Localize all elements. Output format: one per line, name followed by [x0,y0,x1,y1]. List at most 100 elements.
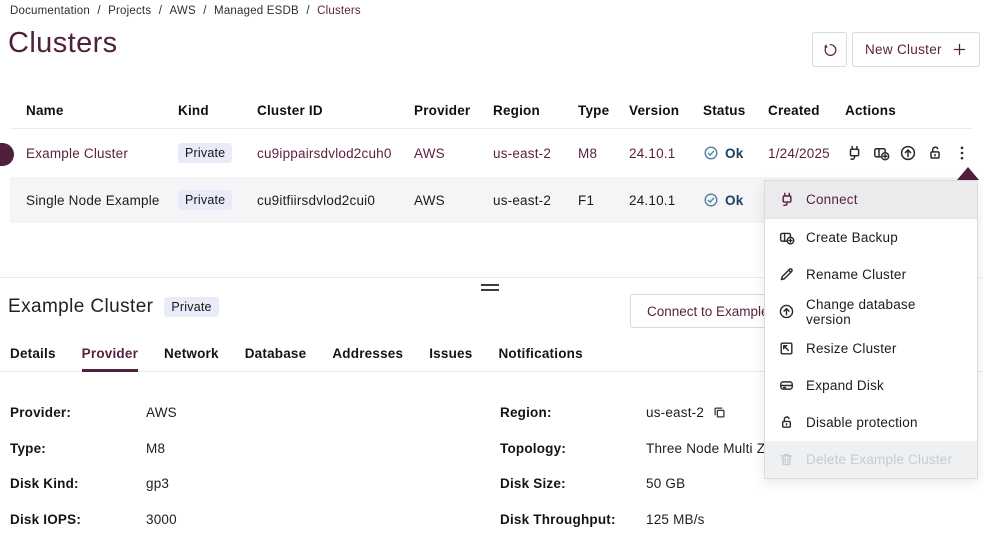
table-header-row: NameKindCluster IDProviderRegionTypeVers… [10,92,973,129]
provider-cell: AWS [414,193,493,208]
tab-issues[interactable]: Issues [429,346,472,372]
column-header-cluster-id: Cluster ID [257,103,414,118]
status-cell: Ok [703,145,768,161]
menu-item-label: Connect [806,192,858,207]
field-value-text: M8 [146,441,165,456]
field-label-disk-iops: Disk IOPS: [10,512,146,527]
column-header-type: Type [578,103,629,118]
detail-fields-left: Provider:AWSType:M8Disk Kind:gp3Disk IOP… [10,405,177,543]
refresh-icon [821,41,839,59]
change-version-icon[interactable] [899,144,917,162]
field-value-text: 125 MB/s [646,512,705,527]
protection-icon[interactable] [926,144,944,162]
status-ok-icon [703,192,719,208]
new-cluster-button[interactable]: New Cluster [852,32,980,67]
menu-item-disable-protection[interactable]: Disable protection [765,404,977,441]
column-header-version: Version [629,103,703,118]
field-value-provider: AWS [146,405,177,420]
breadcrumb-item[interactable]: Projects [108,5,151,17]
version-cell: 24.10.1 [629,146,703,161]
menu-item-label: Disable protection [806,415,918,430]
status-label: Ok [725,146,743,161]
cluster-name-cell: Single Node Example [10,193,178,208]
tab-database[interactable]: Database [245,346,307,372]
private-badge: Private [164,297,218,317]
column-header-region: Region [493,103,578,118]
field-label-region: Region: [500,405,646,420]
plus-icon [952,42,967,57]
context-menu: Connect Create Backup Rename Cluster Change… [764,180,978,479]
detail-fields-right: Region:us-east-2Topology:Three Node Mult… [500,405,788,543]
field-value-type: M8 [146,441,177,456]
column-header-actions: Actions [845,103,973,118]
kind-badge: Private [178,190,232,210]
field-value-disk-iops: 3000 [146,512,177,527]
resize-icon [778,340,795,357]
field-label-disk-size: Disk Size: [500,476,646,491]
menu-item-label: Change database version [806,297,964,327]
column-header-provider: Provider [414,103,493,118]
cluster-name-cell: Example Cluster [10,146,178,161]
breadcrumb-item[interactable]: Managed ESDB [214,5,299,17]
cluster-id-cell: cu9itfiirsdvlod2cui0 [257,193,414,208]
status-ok-icon [703,145,719,161]
tab-addresses[interactable]: Addresses [332,346,403,372]
cluster-kind-cell: Private [178,190,257,210]
column-header-status: Status [703,103,768,118]
tab-notifications[interactable]: Notifications [498,346,582,372]
menu-item-resize-cluster[interactable]: Resize Cluster [765,330,977,367]
type-cell: M8 [578,146,629,161]
created-cell: 1/24/2025 [768,146,845,161]
cluster-id-cell: cu9ippairsdvlod2cuh0 [257,146,414,161]
column-header-created: Created [768,103,845,118]
table-row[interactable]: Example ClusterPrivatecu9ippairsdvlod2cu… [10,129,973,177]
breadcrumb-separator: / [155,5,165,17]
plug-icon [778,191,795,208]
field-value-text: AWS [146,405,177,420]
field-value-disk-throughput: 125 MB/s [646,512,788,527]
copy-icon[interactable] [712,405,727,420]
field-label-type: Type: [10,441,146,456]
new-cluster-label: New Cluster [865,42,942,57]
panel-drag-handle[interactable] [481,284,499,291]
connect-icon[interactable] [845,144,863,162]
trash-icon [778,451,795,468]
status-label: Ok [725,193,743,208]
field-label-disk-kind: Disk Kind: [10,476,146,491]
provider-cell: AWS [414,146,493,161]
tab-provider[interactable]: Provider [82,346,138,372]
menu-item-change-database-version[interactable]: Change database version [765,293,977,330]
field-value-disk-kind: gp3 [146,476,177,491]
menu-item-label: Delete Example Cluster [806,452,952,467]
disk-icon [778,377,795,394]
menu-item-connect[interactable]: Connect [765,181,977,219]
kebab-menu-icon[interactable] [953,144,971,162]
backup-icon [778,229,795,246]
cluster-detail-title: Example Cluster [8,296,153,318]
breadcrumb-separator: / [200,5,210,17]
clusters-page: Documentation / Projects / AWS / Managed… [0,0,983,543]
actions-cell [845,144,973,162]
field-value-text: 3000 [146,512,177,527]
refresh-button[interactable] [812,32,847,67]
menu-item-create-backup[interactable]: Create Backup [765,219,977,256]
column-header-name: Name [10,103,178,118]
page-title: Clusters [8,27,118,60]
breadcrumb-item[interactable]: AWS [169,5,195,17]
menu-item-rename-cluster[interactable]: Rename Cluster [765,256,977,293]
field-value-text: gp3 [146,476,169,491]
field-value-text: 50 GB [646,476,685,491]
breadcrumb-separator: / [94,5,104,17]
menu-item-label: Create Backup [806,230,898,245]
version-cell: 24.10.1 [629,193,703,208]
create-backup-icon[interactable] [872,144,890,162]
breadcrumb-item[interactable]: Documentation [10,5,90,17]
menu-item-label: Rename Cluster [806,267,906,282]
tab-details[interactable]: Details [10,346,56,372]
menu-item-expand-disk[interactable]: Expand Disk [765,367,977,404]
tab-network[interactable]: Network [164,346,219,372]
lock-open-icon [778,414,795,431]
type-cell: F1 [578,193,629,208]
menu-item-delete-example-cluster: Delete Example Cluster [765,441,977,478]
pencil-icon [778,266,795,283]
